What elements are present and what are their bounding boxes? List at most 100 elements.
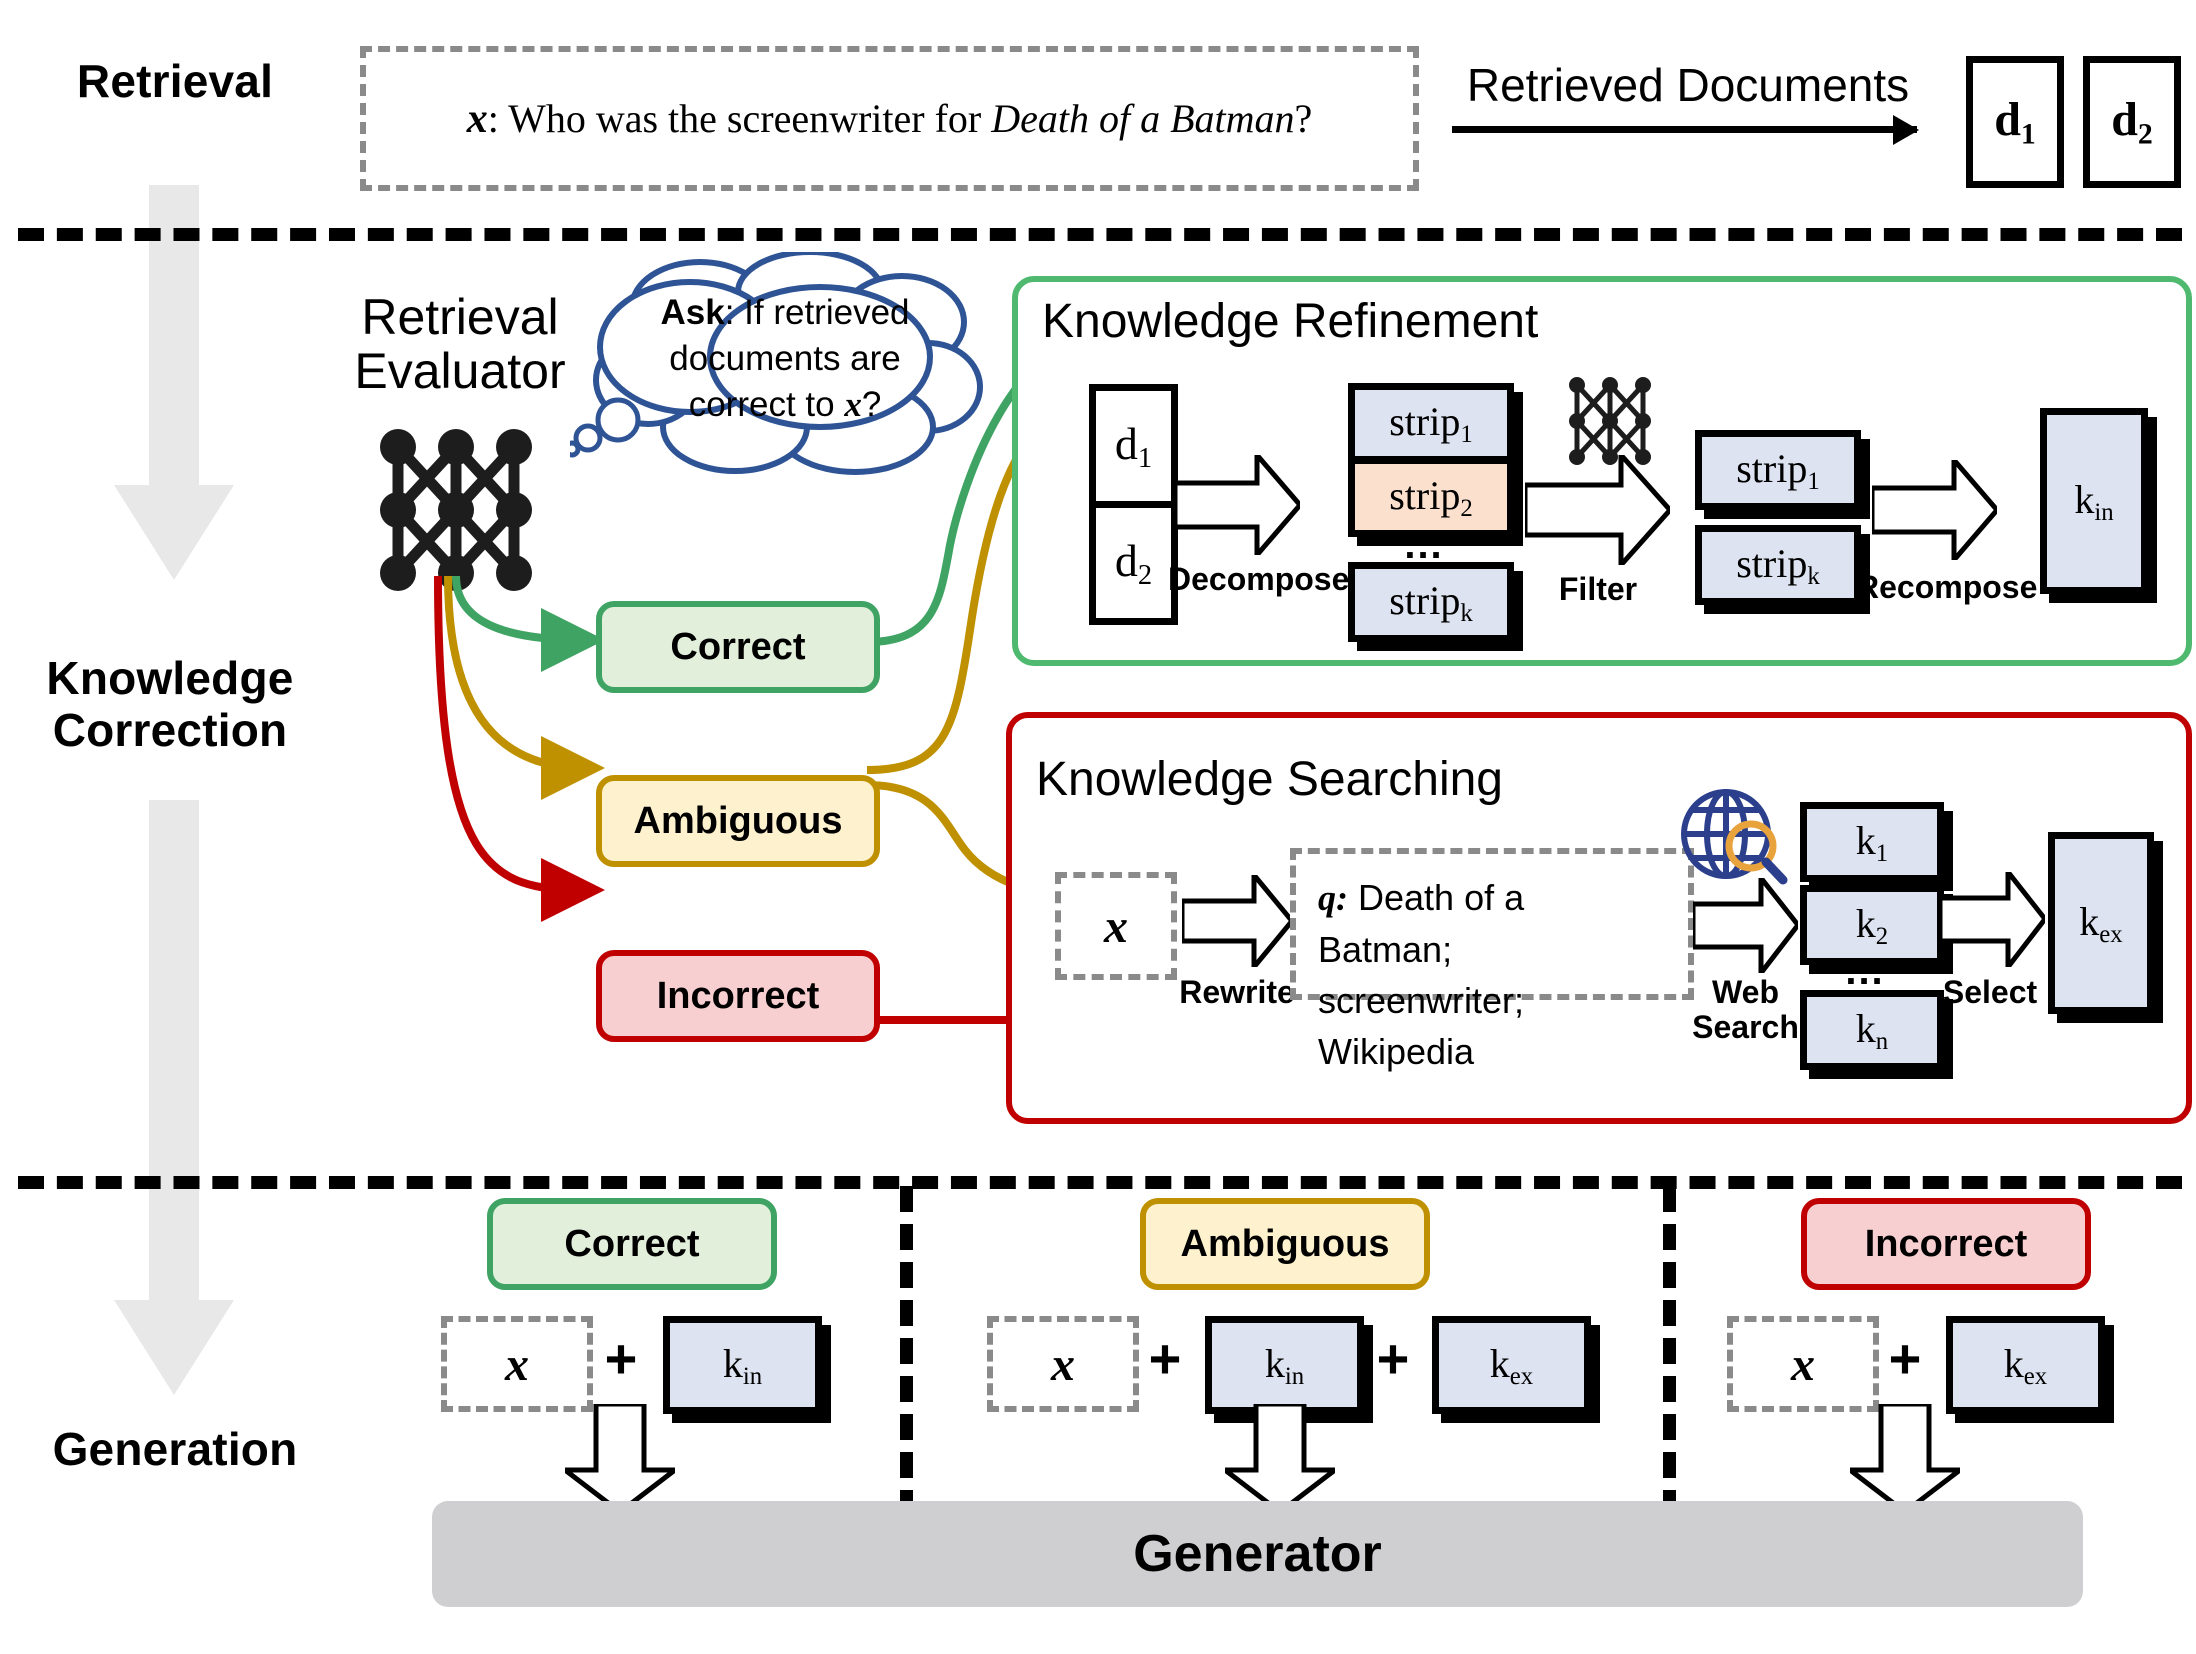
- arrow-select: [1940, 872, 2045, 967]
- rewritten-query-box: q: Death of a Batman; screenwriter; Wiki…: [1290, 848, 1694, 1072]
- divider-retrieval-correction: [18, 228, 2182, 241]
- retrieved-documents-label: Retrieved Documents: [1438, 58, 1938, 112]
- arrow-recompose: [1872, 460, 1997, 560]
- generator-label: Generator: [1133, 1525, 1382, 1583]
- step-label-decompose: Decompose: [1168, 561, 1349, 597]
- refinement-strip-in-k: stripk: [1348, 562, 1514, 642]
- arrow-web-search: [1693, 878, 1798, 973]
- down-arrow-icon: [114, 800, 234, 1395]
- thought-bubble-line3: correct to x?: [688, 385, 882, 425]
- verdict-ambiguous-label: Ambiguous: [633, 799, 843, 842]
- refinement-doc-d2: d2: [1089, 501, 1178, 625]
- searching-input-x-label: x: [1104, 899, 1128, 953]
- generation-pill-ambiguous[interactable]: Ambiguous: [1140, 1198, 1430, 1290]
- thought-bubble-line1: Ask: If retrieved: [660, 293, 910, 332]
- stage-arrow-correction-to-generation: [114, 800, 234, 1400]
- query-colon: :: [487, 95, 509, 141]
- query-text-b: ?: [1294, 95, 1313, 141]
- generation-input-x-incorrect: x: [1727, 1316, 1879, 1412]
- retrieved-documents-label-text: Retrieved Documents: [1466, 59, 1910, 111]
- step-label-web-search-line2: Search: [1692, 1009, 1799, 1046]
- generation-pill-incorrect-label: Incorrect: [1864, 1222, 2028, 1265]
- query-variable: x: [466, 95, 488, 142]
- thought-bubble-text: Ask: If retrieved documents are correct …: [590, 290, 980, 429]
- thought-bubble-line2: documents are: [669, 339, 901, 379]
- generation-input-x-ambiguous: x: [987, 1316, 1139, 1412]
- verdict-correct-label: Correct: [670, 625, 806, 668]
- retrieval-evaluator-label-line1: Retrieval: [361, 289, 559, 345]
- down-arrow-icon: [114, 185, 234, 580]
- search-result-k2-label: k2: [1855, 900, 1889, 950]
- generation-pill-correct-label: Correct: [564, 1222, 700, 1265]
- rewritten-query-line2: screenwriter; Wikipedia: [1318, 980, 1525, 1073]
- verdict-incorrect[interactable]: Incorrect: [596, 950, 880, 1042]
- verdict-correct[interactable]: Correct: [596, 601, 880, 693]
- generation-item-correct-kin-label: kin: [722, 1340, 763, 1390]
- refinement-strip-out-k-label: stripk: [1736, 540, 1820, 590]
- query-box-retrieval: x: Who was the screenwriter for Death of…: [360, 46, 1419, 191]
- search-result-kn-label: kn: [1855, 1005, 1889, 1055]
- searching-output-kex-label: kex: [2079, 898, 2123, 948]
- step-label-select-text: Select: [1942, 974, 2038, 1010]
- arrow-rewrite: [1182, 875, 1292, 967]
- stage-arrow-retrieval-to-correction: [114, 185, 234, 585]
- generation-pill-incorrect[interactable]: Incorrect: [1801, 1198, 2091, 1290]
- refinement-strip-in-1-label: strip1: [1389, 398, 1473, 448]
- generation-plus-incorrect: +: [1888, 1326, 1922, 1390]
- generation-input-x-ambiguous-label: x: [1051, 1337, 1075, 1391]
- refinement-doc-d2-label: d2: [1114, 535, 1153, 591]
- rewritten-query-text: q: Death of a Batman; screenwriter; Wiki…: [1318, 872, 1668, 1077]
- refinement-strip-in-k-label: stripk: [1389, 577, 1473, 627]
- query-text-a: Who was the screenwriter for: [508, 95, 992, 141]
- verdict-ambiguous[interactable]: Ambiguous: [596, 775, 880, 867]
- generation-plus-ambiguous-2: +: [1376, 1326, 1410, 1390]
- generation-pill-correct[interactable]: Correct: [487, 1198, 777, 1290]
- generation-item-ambiguous-kin-label: kin: [1264, 1340, 1305, 1390]
- search-result-k1-label: k1: [1855, 817, 1889, 867]
- search-result-kn: kn: [1800, 990, 1944, 1070]
- generation-input-x-correct-label: x: [505, 1337, 529, 1391]
- panel-knowledge-refinement-title-text: Knowledge Refinement: [1042, 295, 1539, 348]
- arrow-to-generator-incorrect: [1850, 1404, 1960, 1512]
- stage-label-generation-text: Generation: [52, 1423, 298, 1476]
- generation-plus-correct: +: [604, 1326, 638, 1390]
- arrow-decompose: [1175, 455, 1300, 555]
- stage-label-retrieval-text: Retrieval: [76, 55, 274, 108]
- refinement-strip-in-1: strip1: [1348, 383, 1514, 463]
- refinement-doc-d1-label: d1: [1114, 418, 1153, 474]
- divider-generation-col1-col2: [900, 1186, 913, 1516]
- generation-item-ambiguous-kex-label: kex: [1489, 1340, 1534, 1390]
- retrieved-document-d1: d1: [1966, 56, 2064, 188]
- generation-item-incorrect-kex-label: kex: [2003, 1340, 2048, 1390]
- refinement-strips-in-ellipsis: ...: [1404, 522, 1444, 567]
- retrieval-evaluator-label: Retrieval Evaluator: [340, 290, 580, 398]
- step-label-select: Select: [1930, 974, 2050, 1010]
- generation-input-x-correct: x: [441, 1316, 593, 1412]
- retrieved-documents-arrow: [1452, 115, 1919, 145]
- step-label-filter-text: Filter: [1558, 571, 1638, 607]
- generation-input-x-incorrect-label: x: [1791, 1337, 1815, 1391]
- step-label-decompose-text: Decompose: [1168, 561, 1350, 597]
- panel-knowledge-refinement-title: Knowledge Refinement: [1042, 294, 1538, 349]
- retrieval-evaluator-label-line2: Evaluator: [354, 343, 566, 399]
- stage-label-knowledge-correction: Knowledge Correction: [10, 640, 330, 770]
- retrieved-document-d2-label: d2: [2111, 93, 2153, 151]
- refinement-strip-out-1-label: strip1: [1736, 445, 1820, 495]
- panel-knowledge-searching-title-text: Knowledge Searching: [1036, 753, 1503, 806]
- step-label-web-search: Web Search: [1678, 974, 1813, 1046]
- step-label-web-search-line1: Web: [1712, 974, 1779, 1010]
- step-label-recompose-text: Recompose: [1856, 569, 2038, 605]
- arrow-to-generator-correct: [565, 1404, 675, 1512]
- generation-pill-ambiguous-label: Ambiguous: [1180, 1222, 1390, 1265]
- arrow-filter: [1525, 455, 1670, 565]
- refinement-doc-d1: d1: [1089, 384, 1178, 508]
- stage-label-generation: Generation: [20, 1420, 330, 1480]
- generation-item-correct-kin: kin: [663, 1316, 822, 1414]
- divider-correction-generation: [18, 1176, 2182, 1189]
- generation-plus-ambiguous-1: +: [1148, 1326, 1182, 1390]
- search-results-ellipsis: ...: [1845, 948, 1885, 993]
- stage-label-knowledge-correction-line1: Knowledge: [46, 652, 294, 705]
- query-text: x: Who was the screenwriter for Death of…: [467, 95, 1313, 143]
- neural-network-icon: [376, 425, 536, 595]
- generator-bar[interactable]: Generator: [432, 1501, 2083, 1607]
